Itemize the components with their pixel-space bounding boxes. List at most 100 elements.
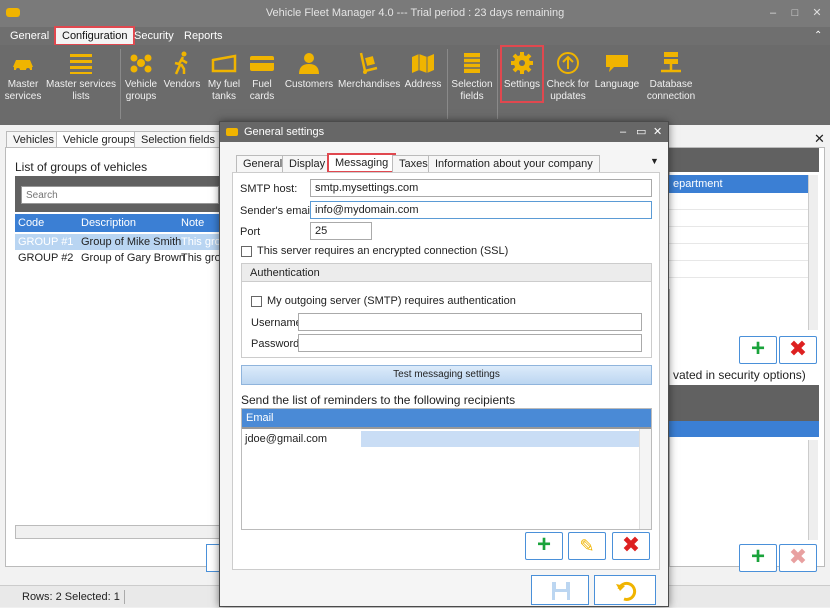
menu-general[interactable]: General xyxy=(4,27,55,45)
hand-truck-icon xyxy=(359,52,378,74)
smtp-host-input[interactable]: smtp.mysettings.com xyxy=(310,179,652,197)
general-settings-dialog: General settings – ▭ ✕ General Display M… xyxy=(219,121,669,607)
my-fuel-tanks-button[interactable]: My fuel tanks xyxy=(205,51,243,115)
delete-item-button[interactable]: ✖ xyxy=(779,544,817,572)
ribbon: Master services Master services lists Vehi… xyxy=(0,45,830,125)
ssl-label: This server requires an encrypted connec… xyxy=(257,245,509,257)
list-icon xyxy=(70,54,92,74)
authentication-title: Authentication xyxy=(242,264,651,282)
username-label: Username: xyxy=(251,317,305,329)
dialog-maximize-icon[interactable]: ▭ xyxy=(636,122,646,142)
auth-checkbox[interactable] xyxy=(251,296,262,307)
department-rows xyxy=(669,193,809,289)
vendors-button[interactable]: Vendors xyxy=(161,51,203,115)
right-scrollbar-2[interactable] xyxy=(808,440,818,540)
password-input[interactable] xyxy=(298,334,642,352)
email-column-header[interactable]: Email xyxy=(242,409,651,427)
authentication-group: Authentication My outgoing server (SMTP)… xyxy=(241,263,652,358)
table-row[interactable]: jdoe@gmail.com xyxy=(242,431,639,447)
walking-person-icon xyxy=(174,51,188,75)
menu-security[interactable]: Security xyxy=(128,27,180,45)
row-count: Rows: 2 Selected: 1 xyxy=(22,591,120,603)
auth-label: My outgoing server (SMTP) requires authe… xyxy=(267,295,516,307)
tank-icon xyxy=(211,54,237,73)
gear-icon xyxy=(511,52,533,74)
recipients-scrollbar[interactable] xyxy=(639,429,651,529)
ribbon-separator xyxy=(497,49,498,119)
username-input[interactable] xyxy=(298,313,642,331)
security-note: vated in security options) xyxy=(673,368,806,382)
right-grid-header xyxy=(669,421,819,437)
sender-email-label: Sender's email: xyxy=(240,205,316,217)
undo-icon xyxy=(616,582,637,601)
dialog-tab-company-info[interactable]: Information about your company xyxy=(428,155,600,173)
col-code[interactable]: Code xyxy=(18,214,44,232)
edit-recipient-button[interactable]: ✎ xyxy=(568,532,606,560)
master-services-button[interactable]: Master services xyxy=(3,51,43,115)
window-title-bar: Vehicle Fleet Manager 4.0 --- Trial peri… xyxy=(0,0,830,27)
collapse-ribbon-icon[interactable]: ⌃ xyxy=(814,30,822,41)
network-icon xyxy=(661,52,681,73)
vehicle-groups-panel: List of groups of vehicles Code Descript… xyxy=(5,147,231,572)
check-updates-button[interactable]: Check for updates xyxy=(545,51,591,115)
save-button[interactable] xyxy=(531,575,589,605)
arrow-up-circle-icon xyxy=(557,52,579,74)
settings-button[interactable]: Settings xyxy=(500,45,544,103)
vehicle-groups-button[interactable]: Vehicle groups xyxy=(122,51,160,115)
password-label: Password: xyxy=(251,338,303,350)
dialog-close-icon[interactable]: ✕ xyxy=(653,122,662,142)
delete-department-button[interactable]: ✖ xyxy=(779,336,817,364)
search-input[interactable] xyxy=(21,186,219,204)
status-separator xyxy=(124,590,125,604)
selection-fields-button[interactable]: Selection fields xyxy=(449,51,495,115)
tabs-dropdown-icon[interactable]: ▼ xyxy=(650,156,659,166)
close-tab-icon[interactable]: ✕ xyxy=(814,131,825,147)
table-row[interactable]: GROUP #2 Group of Gary Brown This grou xyxy=(15,250,227,266)
search-bar xyxy=(15,176,227,212)
window-title: Vehicle Fleet Manager 4.0 --- Trial peri… xyxy=(265,7,565,19)
customers-button[interactable]: Customers xyxy=(282,51,336,115)
app-logo-icon xyxy=(6,8,20,17)
add-item-button[interactable]: + xyxy=(739,544,777,572)
dialog-title: General settings xyxy=(244,126,325,138)
horizontal-scrollbar[interactable] xyxy=(15,525,227,539)
menu-configuration[interactable]: Configuration xyxy=(54,26,136,46)
car-icon xyxy=(13,60,33,72)
maximize-icon[interactable]: □ xyxy=(786,5,804,21)
dialog-title-bar: General settings – ▭ ✕ xyxy=(220,122,668,142)
port-input[interactable]: 25 xyxy=(310,222,372,240)
col-description[interactable]: Description xyxy=(81,214,136,232)
ssl-checkbox[interactable] xyxy=(241,246,252,257)
minimize-icon[interactable]: – xyxy=(764,5,782,21)
reminders-title: Send the list of reminders to the follow… xyxy=(241,393,516,407)
close-icon[interactable]: ✕ xyxy=(808,5,826,21)
ribbon-separator xyxy=(447,49,448,119)
col-note[interactable]: Note xyxy=(181,214,204,232)
sender-email-input[interactable]: info@mydomain.com xyxy=(310,201,652,219)
add-department-button[interactable]: + xyxy=(739,336,777,364)
test-messaging-button[interactable]: Test messaging settings xyxy=(241,365,652,385)
map-icon xyxy=(412,54,434,73)
menu-reports[interactable]: Reports xyxy=(178,27,229,45)
database-connection-button[interactable]: Database connection xyxy=(644,51,698,115)
fuel-cards-button[interactable]: Fuel cards xyxy=(245,51,279,115)
ribbon-separator xyxy=(120,49,121,119)
speech-bubble-icon xyxy=(606,55,628,72)
dialog-tab-display[interactable]: Display xyxy=(282,155,333,173)
delete-recipient-button[interactable]: ✖ xyxy=(612,532,650,560)
language-button[interactable]: Language xyxy=(594,51,640,115)
master-services-lists-button[interactable]: Master services lists xyxy=(46,51,116,115)
groups-table-header: Code Description Note xyxy=(15,214,227,232)
recipients-table: Email jdoe@gmail.com xyxy=(241,408,652,530)
user-icon xyxy=(299,53,319,74)
undo-button[interactable] xyxy=(594,575,656,605)
merchandises-button[interactable]: Merchandises xyxy=(338,51,400,115)
selection-list-icon xyxy=(464,53,480,73)
dialog-tab-messaging[interactable]: Messaging xyxy=(327,153,397,173)
address-button[interactable]: Address xyxy=(402,51,444,115)
dialog-minimize-icon[interactable]: – xyxy=(620,122,626,142)
right-scrollbar[interactable] xyxy=(808,175,818,330)
table-row[interactable]: GROUP #1 Group of Mike Smith This grou xyxy=(15,234,227,250)
add-recipient-button[interactable]: + xyxy=(525,532,563,560)
department-column[interactable]: epartment xyxy=(669,175,809,193)
